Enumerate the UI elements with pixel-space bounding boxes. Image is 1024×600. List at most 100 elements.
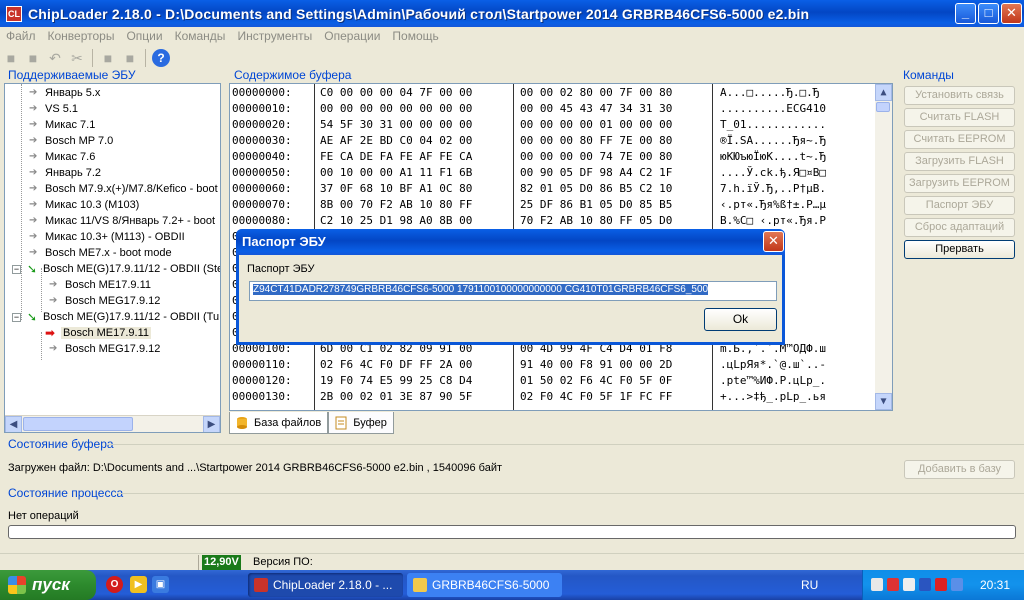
reset-adaptations-button[interactable]: Сброс адаптаций [904, 218, 1015, 237]
hex-row[interactable]: 00000070: 8B 00 70 F2 AB 10 80 FF 25 DF 86… [230, 197, 870, 213]
passport-field[interactable]: Z94CT41DADR278749GRBRB46CFS6-5000 179110… [249, 281, 777, 301]
menu-commands[interactable]: Команды [169, 29, 232, 43]
tree-group[interactable]: − ➘ Bosch ME(G)17.9.11/12 - OBDII (Tu [12, 309, 219, 325]
hex-row[interactable]: 00000020: 54 5F 30 31 00 00 00 00 00 00 00… [230, 117, 870, 133]
tree-item[interactable]: ➔ Bosch MEG17.9.12 [49, 293, 160, 309]
hex-row[interactable]: 00000050: 00 10 00 00 A1 11 F1 6B 00 90 05… [230, 165, 870, 181]
collapse-icon[interactable]: − [12, 264, 21, 274]
taskbar-chiploader[interactable]: ChipLoader 2.18.0 - ... [248, 573, 403, 597]
hex-row[interactable]: 00000080: C2 10 25 D1 98 A0 8B 00 70 F2 AB… [230, 213, 870, 229]
help-icon[interactable]: ? [152, 49, 170, 67]
scroll-up-icon[interactable]: ▲ [875, 84, 892, 101]
toolbar-separator [92, 49, 93, 67]
hex-bytes: 00 00 45 43 47 34 31 30 [520, 102, 673, 115]
tree-item[interactable]: ➔ Микас 11/VS 8/Январь 7.2+ - boot [29, 213, 215, 229]
hex-bytes: 37 0F 68 10 BF A1 0C 80 [320, 182, 473, 195]
dialog-title-bar[interactable]: Паспорт ЭБУ ✕ [236, 229, 785, 255]
tree-item[interactable]: ➔ Январь 7.2 [29, 165, 101, 181]
menu-converters[interactable]: Конверторы [42, 29, 121, 43]
tree-item-label: Микас 11/VS 8/Январь 7.2+ - boot [45, 215, 216, 227]
menu-tools[interactable]: Инструменты [231, 29, 318, 43]
tree-item[interactable]: ➔ Bosch M7.9.x(+)/M7.8/Kefico - boot [29, 181, 218, 197]
tree-item[interactable]: ➔ Январь 5.х [29, 85, 100, 101]
start-button[interactable]: пуск [0, 570, 96, 600]
arrow-icon: ➔ [49, 295, 58, 306]
tree-item[interactable]: ➔ Bosch ME17.9.11 [49, 277, 151, 293]
volume-icon[interactable] [903, 578, 915, 591]
usb-icon[interactable] [951, 578, 963, 591]
tree-item-selected[interactable]: ➡ Bosch ME17.9.11 [45, 325, 152, 341]
abort-button[interactable]: Прервать [904, 240, 1015, 259]
desktop-icon[interactable]: ▣ [152, 576, 169, 593]
hex-row[interactable]: 00000060: 37 0F 68 10 BF A1 0C 80 82 01 05… [230, 181, 870, 197]
ecu-passport-button[interactable]: Паспорт ЭБУ [904, 196, 1015, 215]
menu-file[interactable]: Файл [0, 29, 42, 43]
hex-row[interactable]: 00000110: 02 F6 4C F0 DF FF 2A 00 91 40 00… [230, 357, 870, 373]
title-bar[interactable]: CL ChipLoader 2.18.0 - D:\Documents and … [0, 0, 1024, 27]
ok-button[interactable]: Ok [704, 308, 777, 331]
tree-item[interactable]: ➔ Bosch MP 7.0 [29, 133, 113, 149]
taskbar-folder[interactable]: GRBRB46CFS6-5000 [407, 573, 562, 597]
close-button[interactable]: ✕ [1001, 3, 1022, 24]
hex-ascii: +...>‡ђ_.pLр_.ья [720, 390, 826, 403]
ecu-tree[interactable]: ➔ Январь 5.х ➔ VS 5.1 ➔ Микас 7.1 ➔ Bosch MP… [4, 83, 221, 433]
hex-row[interactable]: 00000010: 00 00 00 00 00 00 00 00 00 00 45… [230, 101, 870, 117]
opera-icon[interactable]: O [106, 576, 123, 593]
hex-row[interactable]: 00000130: 2B 00 02 01 3E 87 90 5F 02 F0 4C… [230, 389, 870, 405]
collapse-icon[interactable]: − [12, 312, 21, 322]
scroll-down-icon[interactable]: ▼ [875, 393, 892, 410]
hex-row[interactable]: 00000040: FE CA DE FA FE AF FE CA 00 00 00… [230, 149, 870, 165]
hex-row[interactable]: 00000030: AE AF 2E BD C0 04 02 00 00 00 00… [230, 133, 870, 149]
hex-address: 00000130: [232, 390, 292, 403]
add-to-base-button[interactable]: Добавить в базу [904, 460, 1015, 479]
tree-item[interactable]: ➔ Микас 10.3 (M103) [29, 197, 139, 213]
language-indicator[interactable]: RU [801, 578, 818, 592]
antivirus-icon[interactable] [935, 578, 947, 591]
tree-item[interactable]: ➔ Bosch MEG17.9.12 [49, 341, 160, 357]
hex-bytes: FE CA DE FA FE AF FE CA [320, 150, 473, 163]
process-state-heading: Состояние процесса [8, 486, 124, 500]
maximize-button[interactable]: □ [978, 3, 999, 24]
tree-item[interactable]: ➔ Микас 10.3+ (M113) - OBDII [29, 229, 185, 245]
tree-item[interactable]: ➔ Микас 7.1 [29, 117, 95, 133]
media-player-icon[interactable]: ▶ [130, 576, 147, 593]
hex-row[interactable]: 00000120: 19 F0 74 E5 99 25 C8 D4 01 50 02… [230, 373, 870, 389]
tree-item[interactable]: ➔ Bosch ME7.x - boot mode [29, 245, 172, 261]
tab-file-base[interactable]: База файлов [229, 412, 329, 434]
scroll-thumb[interactable] [23, 417, 133, 431]
hex-ascii: ....Ў.ck.ђ.Я□¤В□ [720, 166, 826, 179]
chiploader-app-icon[interactable]: CL [6, 5, 22, 22]
copy-icon[interactable]: ■ [99, 49, 117, 67]
tab-buffer[interactable]: Буфер [328, 412, 394, 434]
battery-icon[interactable] [919, 578, 931, 591]
read-eeprom-button[interactable]: Считать EEPROM [904, 130, 1015, 149]
tree-item[interactable]: ➔ VS 5.1 [29, 101, 78, 117]
minimize-button[interactable]: _ [955, 3, 976, 24]
tree-horizontal-scrollbar[interactable]: ◀ ▶ [5, 415, 220, 432]
scroll-right-icon[interactable]: ▶ [203, 416, 220, 432]
menu-operations[interactable]: Операции [318, 29, 386, 43]
undo-icon[interactable]: ↶ [46, 49, 64, 67]
network-icon[interactable] [871, 578, 883, 591]
menu-help[interactable]: Помощь [386, 29, 444, 43]
tree-item[interactable]: ➔ Микас 7.6 [29, 149, 95, 165]
tree-group[interactable]: − ➘ Bosch ME(G)17.9.11/12 - OBDII (Ste [12, 261, 220, 277]
buffer-vertical-scrollbar[interactable]: ▲ ▼ [875, 84, 892, 410]
open-icon[interactable]: ■ [2, 49, 20, 67]
save-icon[interactable]: ■ [24, 49, 42, 67]
security-icon[interactable] [887, 578, 899, 591]
write-eeprom-button[interactable]: Загрузить EEPROM [904, 174, 1015, 193]
tree-item-label: Bosch ME17.9.11 [65, 279, 152, 291]
scroll-left-icon[interactable]: ◀ [5, 416, 22, 432]
cut-icon[interactable]: ✂ [68, 49, 86, 67]
menu-options[interactable]: Опции [120, 29, 168, 43]
connect-button[interactable]: Установить связь [904, 86, 1015, 105]
scroll-thumb[interactable] [876, 102, 890, 112]
read-flash-button[interactable]: Считать FLASH [904, 108, 1015, 127]
arrow-icon: ➔ [29, 231, 38, 242]
paste-icon[interactable]: ■ [121, 49, 139, 67]
dialog-close-button[interactable]: ✕ [763, 231, 784, 252]
hex-row[interactable]: 00000000: C0 00 00 00 04 7F 00 00 00 00 02… [230, 85, 870, 101]
write-flash-button[interactable]: Загрузить FLASH [904, 152, 1015, 171]
arrow-icon: ➔ [29, 87, 38, 98]
